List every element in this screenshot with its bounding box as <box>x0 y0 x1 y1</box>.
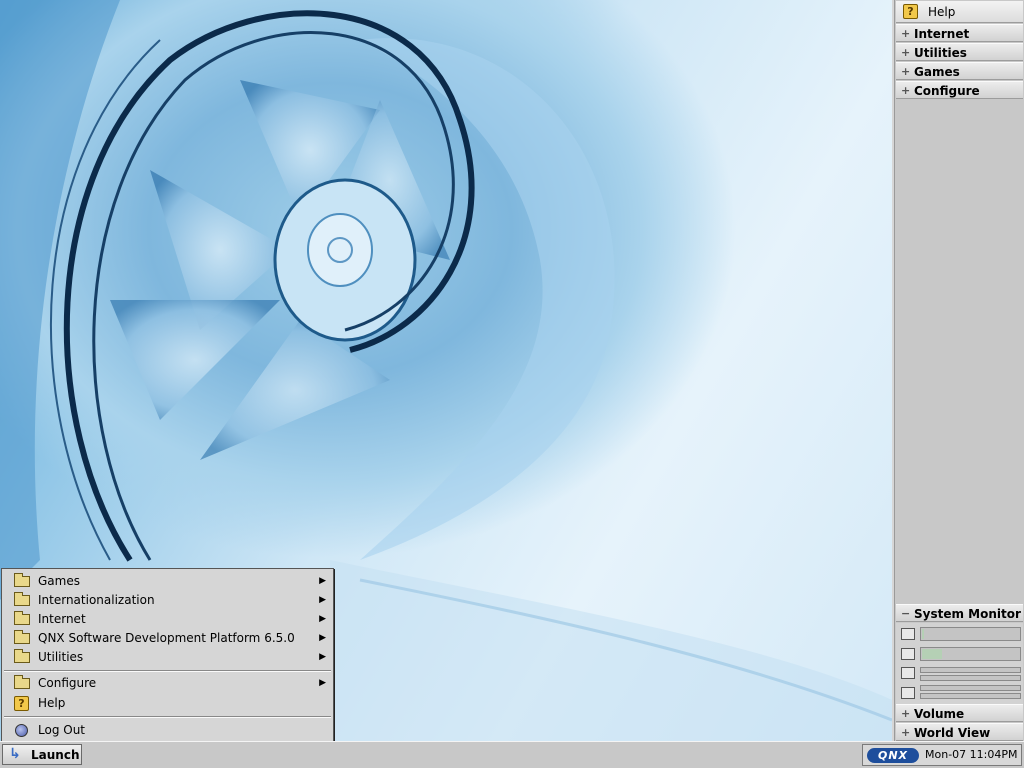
menu-item-internet[interactable]: Internet ▶ <box>3 610 332 629</box>
shelf-volume[interactable]: + Volume <box>896 704 1023 722</box>
expand-icon: + <box>901 46 911 59</box>
shelf-group-label: Utilities <box>914 46 967 60</box>
menu-item-internationalization[interactable]: Internationalization ▶ <box>3 591 332 610</box>
menu-item-label: Utilities <box>38 650 84 664</box>
menu-item-label: Games <box>38 574 80 588</box>
launch-button[interactable]: ↳ Launch <box>2 744 82 765</box>
qnx-logo[interactable]: QNX <box>867 748 919 763</box>
disk-read-gauge <box>920 685 1021 691</box>
folder-icon <box>14 630 30 644</box>
submenu-arrow-icon: ▶ <box>319 678 326 688</box>
shelf-group-utilities[interactable]: + Utilities <box>896 43 1023 61</box>
menu-item-configure[interactable]: Configure ▶ <box>3 674 332 693</box>
taskbar: ↳ Launch QNX Mon-07 11:04PM <box>0 741 1024 768</box>
memory-gauge-fill <box>922 649 942 659</box>
menu-item-label: Help <box>38 696 66 710</box>
right-shelf: ? Help + Internet + Utilities + Games + … <box>894 0 1024 741</box>
menu-item-label: Internationalization <box>38 593 155 607</box>
menu-item-log-out[interactable]: Log Out <box>3 721 332 740</box>
folder-icon <box>14 675 30 689</box>
shelf-group-internet[interactable]: + Internet <box>896 24 1023 42</box>
launch-arrow-icon: ↳ <box>9 746 21 762</box>
menu-item-label: Configure <box>38 676 97 690</box>
expand-icon: + <box>901 726 911 739</box>
shelf-world-view[interactable]: + World View <box>896 723 1023 741</box>
collapse-icon: − <box>901 607 911 620</box>
help-icon: ? <box>903 4 918 19</box>
folder-icon <box>14 573 30 587</box>
shelf-group-games[interactable]: + Games <box>896 62 1023 80</box>
menu-separator <box>4 670 331 672</box>
clock[interactable]: Mon-07 11:04PM <box>925 748 1017 761</box>
launch-label: Launch <box>31 748 80 762</box>
menu-item-games[interactable]: Games ▶ <box>3 572 332 591</box>
disk-icon <box>901 687 915 699</box>
system-monitor-label: System Monitor <box>914 607 1021 621</box>
log-out-icon <box>15 724 28 737</box>
system-monitor-panel <box>896 623 1023 705</box>
folder-icon <box>14 649 30 663</box>
disk-write-gauge <box>920 693 1021 699</box>
menu-item-label: Log Out <box>38 723 86 737</box>
menu-separator <box>4 716 331 718</box>
expand-icon: + <box>901 27 911 40</box>
expand-icon: + <box>901 65 911 78</box>
shelf-group-label: Configure <box>914 84 980 98</box>
cpu-gauge <box>920 627 1021 641</box>
submenu-arrow-icon: ▶ <box>319 576 326 586</box>
shelf-help-label: Help <box>928 5 956 19</box>
menu-item-label: QNX Software Development Platform 6.5.0 <box>38 631 295 645</box>
cpu-gauge-fill <box>922 629 924 639</box>
volume-label: Volume <box>914 707 965 721</box>
submenu-arrow-icon: ▶ <box>319 652 326 662</box>
menu-item-help[interactable]: ? Help <box>3 694 332 713</box>
submenu-arrow-icon: ▶ <box>319 595 326 605</box>
folder-icon <box>14 611 30 625</box>
network-tx-gauge <box>920 675 1021 681</box>
menu-item-utilities[interactable]: Utilities ▶ <box>3 648 332 667</box>
menu-item-label: Internet <box>38 612 86 626</box>
shelf-help-button[interactable]: ? Help <box>896 1 1023 23</box>
menu-item-qnx-sdp[interactable]: QNX Software Development Platform 6.5.0 … <box>3 629 332 648</box>
network-rx-gauge <box>920 667 1021 673</box>
expand-icon: + <box>901 707 911 720</box>
submenu-arrow-icon: ▶ <box>319 614 326 624</box>
memory-icon <box>901 648 915 660</box>
shelf-group-label: Games <box>914 65 960 79</box>
screen: ? Help + Internet + Utilities + Games + … <box>0 0 1024 768</box>
memory-gauge <box>920 647 1021 661</box>
system-monitor-header[interactable]: − System Monitor <box>896 604 1023 622</box>
expand-icon: + <box>901 84 911 97</box>
shelf-group-label: Internet <box>914 27 970 41</box>
shelf-group-configure[interactable]: + Configure <box>896 81 1023 99</box>
cpu-icon <box>901 628 915 640</box>
submenu-arrow-icon: ▶ <box>319 633 326 643</box>
help-icon: ? <box>14 696 29 711</box>
launch-menu: Games ▶ Internationalization ▶ Internet … <box>1 568 334 742</box>
network-icon <box>901 667 915 679</box>
folder-icon <box>14 592 30 606</box>
world-view-label: World View <box>914 726 991 740</box>
system-tray: QNX Mon-07 11:04PM <box>862 744 1022 766</box>
